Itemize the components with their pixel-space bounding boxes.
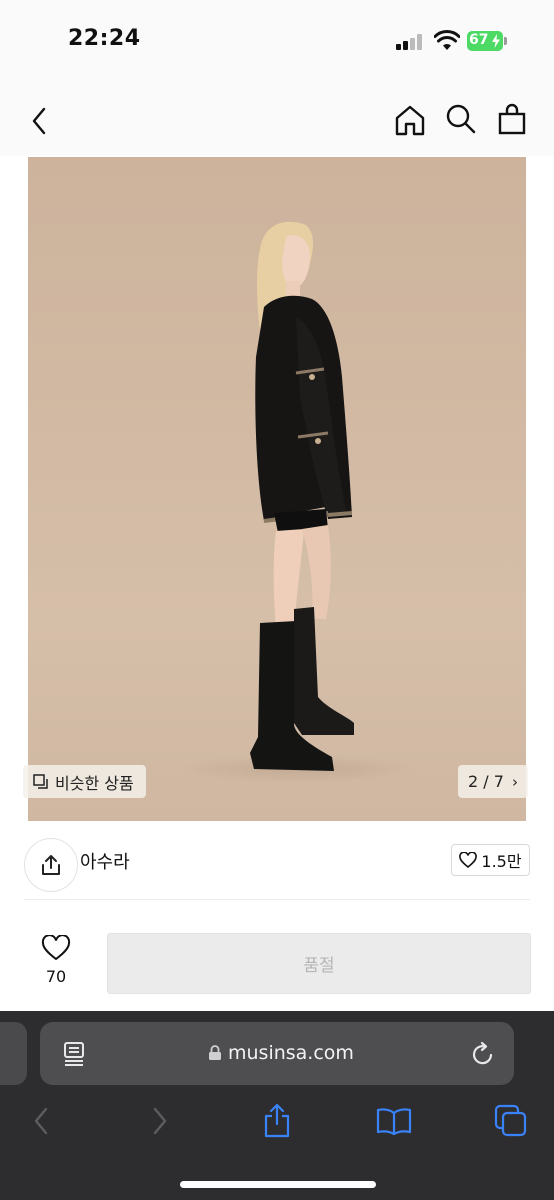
reader-icon[interactable] [63, 1041, 85, 1067]
brand-like-count: 1.5만 [481, 852, 522, 871]
image-counter-text: 2 / 7 [468, 772, 504, 791]
url-text: musinsa.com [228, 1042, 354, 1064]
bookmarks-icon[interactable] [376, 1107, 412, 1135]
share-button[interactable] [24, 838, 78, 892]
brand-name[interactable]: 아수라 [80, 848, 130, 874]
share-icon [42, 855, 60, 875]
similar-products-button[interactable]: 비슷한 상품 [23, 765, 146, 798]
brand-like-button[interactable]: 1.5만 [451, 844, 530, 876]
previous-tab-preview[interactable] [0, 1022, 27, 1085]
heart-icon [459, 852, 478, 868]
status-bar: 22:24 67 [0, 0, 554, 80]
heart-icon [41, 934, 71, 961]
search-icon[interactable] [446, 104, 476, 136]
model-photo [178, 221, 418, 783]
status-time: 22:24 [68, 26, 141, 51]
app-header [0, 80, 554, 156]
similar-products-label: 비슷한 상품 [55, 773, 134, 793]
lock-icon [209, 1045, 221, 1060]
favorite-button[interactable]: 70 [34, 934, 78, 986]
back-chevron-icon[interactable] [30, 107, 48, 135]
product-image[interactable] [28, 157, 526, 821]
share-sheet-icon[interactable] [262, 1102, 292, 1138]
back-icon[interactable] [32, 1107, 50, 1135]
favorite-count: 70 [45, 967, 67, 986]
similar-products-icon [33, 773, 48, 789]
home-icon[interactable] [394, 104, 426, 136]
battery-icon: 67 [467, 31, 507, 51]
divider [24, 899, 530, 900]
cellular-signal-icon [396, 34, 424, 50]
soldout-label: 품절 [303, 956, 335, 976]
chevron-right-icon: › [511, 772, 518, 791]
forward-icon[interactable] [151, 1107, 169, 1135]
soldout-button: 품절 [107, 933, 531, 994]
image-counter[interactable]: 2 / 7 › [458, 765, 528, 798]
battery-level: 67 [469, 32, 489, 48]
home-indicator [180, 1181, 376, 1188]
wifi-icon [434, 30, 460, 50]
tabs-icon[interactable] [494, 1104, 528, 1138]
reload-icon[interactable] [471, 1041, 495, 1067]
shopping-bag-icon[interactable] [498, 102, 526, 136]
